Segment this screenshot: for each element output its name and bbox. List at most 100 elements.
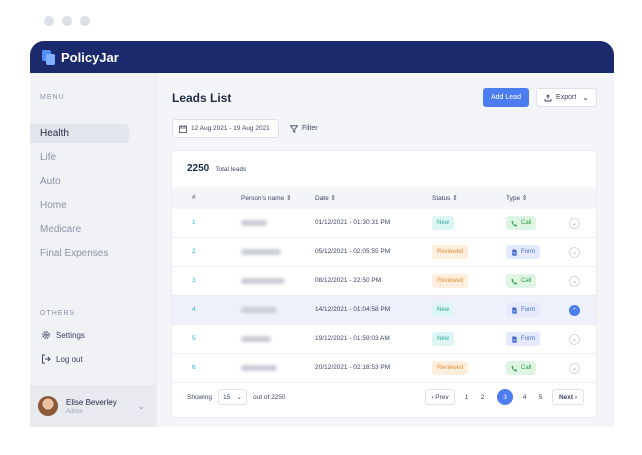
logout-link[interactable]: Log out	[41, 354, 83, 364]
document-icon	[512, 306, 517, 314]
sidebar-item-home[interactable]: Home	[30, 196, 129, 215]
user-profile[interactable]: Elise Beverley Admin ⌄	[30, 385, 157, 427]
phone-icon	[511, 278, 518, 284]
type-label: Call	[521, 278, 532, 284]
window-dot	[62, 16, 72, 26]
table-row-expanded[interactable]: 4 14/12/2021 - 01:04:58 PM New Form ⌃	[172, 296, 596, 325]
sidebar-item-health[interactable]: Health	[30, 124, 129, 143]
person-name-redacted	[241, 278, 285, 284]
col-header-name[interactable]: Person's name ⇕	[241, 194, 291, 202]
col-header-type[interactable]: Type ⇕	[506, 194, 527, 202]
col-header-status[interactable]: Status ⇕	[432, 194, 458, 202]
prev-label: Prev	[435, 393, 449, 401]
others-label: OTHERS	[40, 310, 76, 317]
app-name: PolicyJar	[61, 49, 119, 65]
table-row[interactable]: 2 05/12/2021 - 02:05:55 PM Reviewed Form…	[172, 238, 596, 267]
page-5-button[interactable]: 5	[533, 389, 548, 405]
type-label: Call	[521, 365, 532, 371]
next-label: Next	[558, 393, 574, 401]
table-row[interactable]: 6 20/12/2021 - 02:18:53 PM Reviewed Call…	[172, 354, 596, 383]
row-index: 3	[192, 277, 196, 284]
person-name-redacted	[241, 249, 281, 255]
status-badge: Reviewed	[432, 361, 469, 375]
chevron-down-icon[interactable]: ⌄	[569, 363, 580, 374]
logo[interactable]: PolicyJar	[42, 49, 119, 65]
row-index: 6	[192, 364, 196, 371]
policyjar-logo-icon	[42, 49, 55, 65]
filter-icon	[290, 124, 298, 133]
settings-link[interactable]: Settings	[41, 330, 85, 340]
status-badge: Reviewed	[432, 274, 469, 288]
page-1-button[interactable]: 1	[459, 389, 474, 405]
document-icon	[512, 248, 517, 256]
per-page-select[interactable]: 15 ⌄	[218, 389, 247, 405]
chevron-down-icon[interactable]: ⌄	[137, 401, 145, 412]
type-badge: Call	[506, 274, 537, 288]
settings-label: Settings	[56, 330, 85, 340]
sort-icon: ⇕	[330, 195, 336, 202]
sidebar-item-life[interactable]: Life	[30, 148, 129, 167]
chevron-down-icon: ⌄	[236, 394, 242, 401]
page-3-button[interactable]: 3	[497, 389, 513, 405]
page-title: Leads List	[172, 91, 232, 105]
type-badge: Form	[506, 245, 540, 259]
date-range-picker[interactable]: 12 Aug 2021 - 19 Aug 2021	[172, 119, 279, 138]
page-4-button[interactable]: 4	[517, 389, 532, 405]
row-date: 14/12/2021 - 01:04:58 PM	[315, 306, 391, 313]
total-count: 2250	[187, 163, 210, 174]
row-date: 19/12/2021 - 01:59:03 AM	[315, 335, 390, 342]
table-row[interactable]: 5 19/12/2021 - 01:59:03 AM New Form ⌄	[172, 325, 596, 354]
add-lead-button[interactable]: Add Lead	[483, 88, 529, 107]
showing-label: Showing	[187, 394, 212, 401]
row-index: 1	[192, 219, 196, 226]
chevron-down-icon: ⌄	[582, 93, 589, 102]
page-2-button[interactable]: 2	[475, 389, 490, 405]
gear-icon	[42, 331, 50, 339]
chevron-down-icon[interactable]: ⌄	[569, 218, 580, 229]
window-dot	[44, 16, 54, 26]
sort-icon: ⇕	[521, 195, 528, 202]
sort-icon: ⇕	[285, 195, 292, 202]
chevron-right-icon: ›	[573, 393, 578, 401]
prev-page-button[interactable]: ‹ Prev	[425, 389, 455, 405]
type-label: Form	[521, 336, 535, 342]
status-badge: New	[432, 216, 455, 230]
table-row[interactable]: 1 01/12/2021 - 01:30:31 PM New Call ⌄	[172, 209, 596, 238]
row-date: 20/12/2021 - 02:18:53 PM	[315, 364, 391, 371]
calendar-icon	[179, 124, 187, 133]
type-label: Form	[521, 249, 535, 255]
row-date: 01/12/2021 - 01:30:31 PM	[315, 219, 391, 226]
phone-icon	[511, 365, 518, 371]
export-button[interactable]: Export ⌄	[536, 88, 597, 107]
filter-button[interactable]: Filter	[290, 119, 318, 138]
type-badge: Form	[506, 303, 540, 317]
chevron-down-icon[interactable]: ⌄	[569, 247, 580, 258]
avatar	[38, 396, 58, 416]
type-badge: Form	[506, 332, 540, 346]
row-date: 05/12/2021 - 02:05:55 PM	[315, 248, 391, 255]
sidebar-item-final-expenses[interactable]: Final Expenses	[30, 244, 129, 263]
total-label: Total leads	[215, 166, 247, 173]
person-name-redacted	[241, 336, 271, 342]
out-of-label: out of 2250	[253, 394, 286, 401]
upload-icon	[544, 93, 552, 101]
status-badge: New	[432, 303, 455, 317]
top-bar: PolicyJar	[30, 41, 614, 73]
table-row[interactable]: 3 08/12/2021 - 22:50 PM Reviewed Call ⌄	[172, 267, 596, 296]
sidebar-item-auto[interactable]: Auto	[30, 172, 129, 191]
status-badge: Reviewed	[432, 245, 469, 259]
user-role: Admin	[66, 408, 84, 415]
row-index: 4	[192, 306, 196, 313]
chevron-up-icon[interactable]: ⌃	[569, 305, 580, 316]
type-label: Call	[521, 220, 532, 226]
app-window: PolicyJar MENU Health Life Auto Home Med…	[30, 41, 614, 427]
next-page-button[interactable]: Next ›	[552, 389, 584, 405]
sidebar-item-medicare[interactable]: Medicare	[30, 220, 129, 239]
chevron-down-icon[interactable]: ⌄	[569, 276, 580, 287]
col-header-date[interactable]: Date ⇕	[315, 194, 336, 202]
row-index: 2	[192, 248, 196, 255]
logout-label: Log out	[56, 354, 83, 364]
chevron-down-icon[interactable]: ⌄	[569, 334, 580, 345]
table-header: # Person's name ⇕ Date ⇕ Status ⇕ Type ⇕	[172, 187, 596, 209]
person-name-redacted	[241, 365, 277, 371]
